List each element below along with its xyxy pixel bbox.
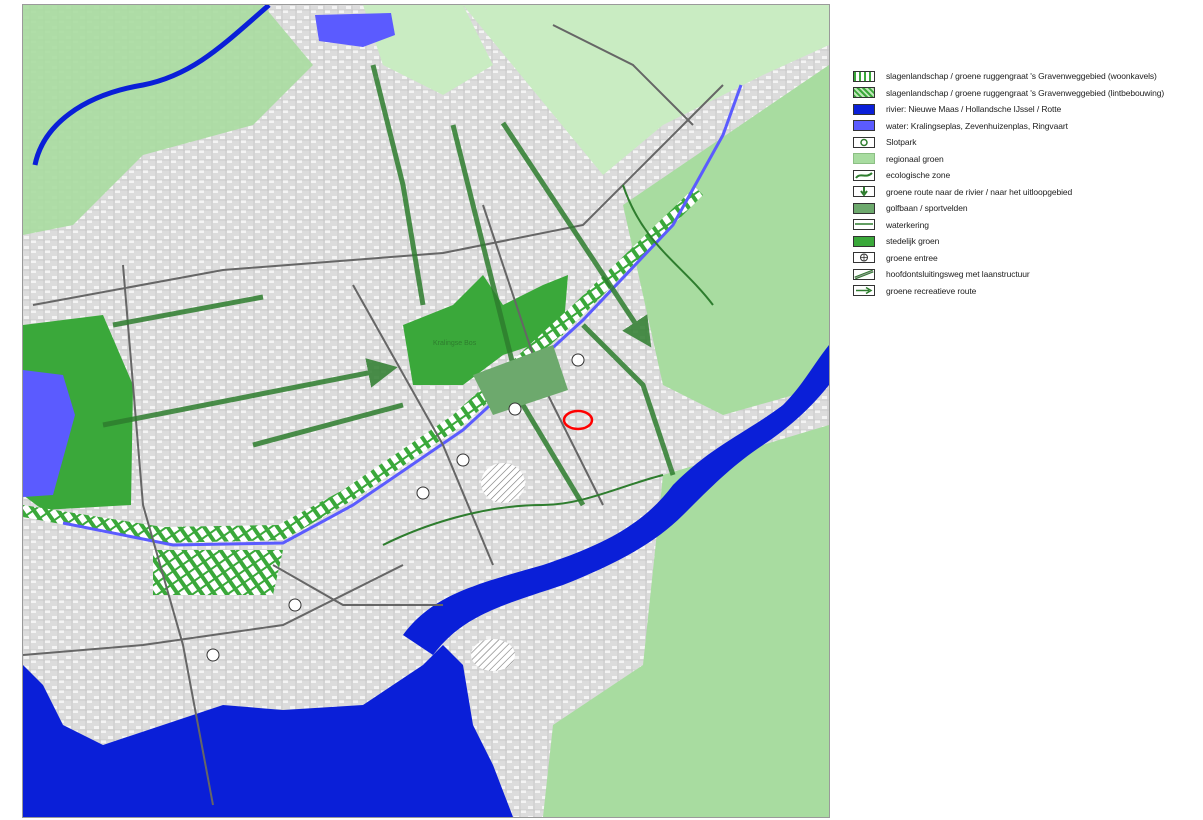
- legend-item-rivier: rivier: Nieuwe Maas / Hollandsche IJssel…: [853, 101, 1198, 118]
- legend-label: groene route naar de rivier / naar het u…: [886, 186, 1073, 197]
- hatched-area-2: [471, 639, 515, 671]
- regional-green-swatch-icon: [853, 153, 875, 165]
- ecological-zone-icon: [853, 169, 875, 181]
- hatched-area-1: [481, 463, 525, 503]
- district-label: Kralingse Bos: [433, 340, 477, 347]
- legend-label: rivier: Nieuwe Maas / Hollandsche IJssel…: [886, 104, 1062, 115]
- water-swatch-icon: [853, 120, 875, 132]
- hatched-green-plots-icon: [853, 87, 875, 99]
- green-entrance-icon: [853, 252, 875, 264]
- golf-course-icon: [853, 202, 875, 214]
- map-svg: Kralingse Bos: [23, 5, 829, 817]
- legend-item-recreatieve-route: groene recreatieve route: [853, 283, 1198, 300]
- legend-item-ecologische-zone: ecologische zone: [853, 167, 1198, 184]
- legend-label: regionaal groen: [886, 153, 944, 164]
- legend-label: golfbaan / sportvelden: [886, 203, 968, 214]
- legend-item-slotpark: Slotpark: [853, 134, 1198, 151]
- legend-item-woonkavels: slagenlandschap / groene ruggengraat 's …: [853, 68, 1198, 85]
- striped-green-plots-icon: [853, 70, 875, 82]
- green-route-arrow-icon: [853, 186, 875, 198]
- recreation-route-arrow-icon: [853, 285, 875, 297]
- legend-label: groene entree: [886, 252, 938, 263]
- legend-label: ecologische zone: [886, 170, 951, 181]
- slotpark-icon: [853, 136, 875, 148]
- legend-item-lintbebouwing: slagenlandschap / groene ruggengraat 's …: [853, 85, 1198, 102]
- map-legend: slagenlandschap / groene ruggengraat 's …: [853, 68, 1198, 299]
- legend-item-water: water: Kralingseplas, Zevenhuizenplas, R…: [853, 118, 1198, 135]
- legend-item-stedelijk-groen: stedelijk groen: [853, 233, 1198, 250]
- map-canvas[interactable]: Kralingse Bos: [22, 4, 830, 818]
- legend-item-regionaal-groen: regionaal groen: [853, 151, 1198, 168]
- slagenlandschap-plots-south: [153, 550, 283, 595]
- legend-item-groene-entree: groene entree: [853, 250, 1198, 267]
- legend-label: slagenlandschap / groene ruggengraat 's …: [886, 87, 1165, 98]
- legend-label: waterkering: [886, 219, 929, 230]
- river-swatch-icon: [853, 103, 875, 115]
- legend-item-golfbaan: golfbaan / sportvelden: [853, 200, 1198, 217]
- legend-item-groene-route: groene route naar de rivier / naar het u…: [853, 184, 1198, 201]
- dike-icon: [853, 219, 875, 231]
- legend-label: stedelijk groen: [886, 236, 940, 247]
- main-road-icon: [853, 268, 875, 280]
- legend-label: hoofdontsluitingsweg met laanstructuur: [886, 269, 1030, 280]
- legend-item-hoofdontsluitingsweg: hoofdontsluitingsweg met laanstructuur: [853, 266, 1198, 283]
- legend-label: water: Kralingseplas, Zevenhuizenplas, R…: [886, 120, 1068, 131]
- legend-label: groene recreatieve route: [886, 285, 977, 296]
- legend-item-waterkering: waterkering: [853, 217, 1198, 234]
- legend-label: slagenlandschap / groene ruggengraat 's …: [886, 71, 1157, 82]
- urban-green-swatch-icon: [853, 235, 875, 247]
- legend-label: Slotpark: [886, 137, 917, 148]
